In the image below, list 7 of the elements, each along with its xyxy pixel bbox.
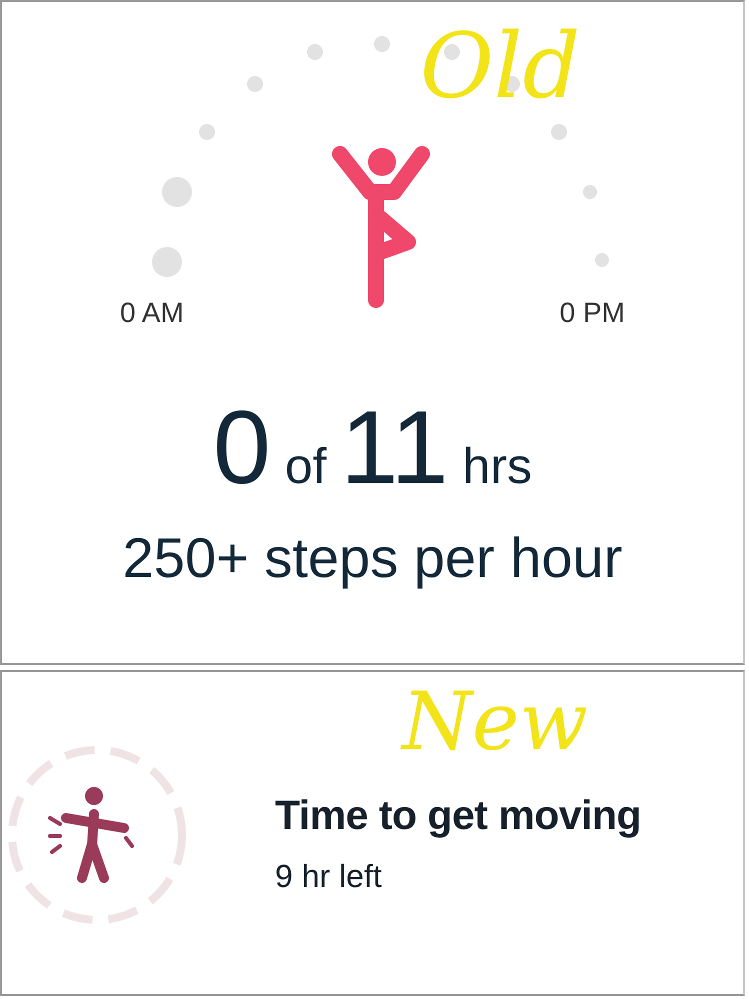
progress-text: 0 of 11 hrs: [213, 396, 532, 500]
annotation-text: New: [402, 682, 588, 762]
reminder-title: Time to get moving: [275, 791, 642, 840]
time-left-text: 9 hr left: [275, 856, 383, 896]
annotation-text: Old: [420, 22, 580, 112]
end-time-label: 0 PM: [560, 296, 625, 330]
start-time-label: 0 AM: [120, 296, 184, 330]
